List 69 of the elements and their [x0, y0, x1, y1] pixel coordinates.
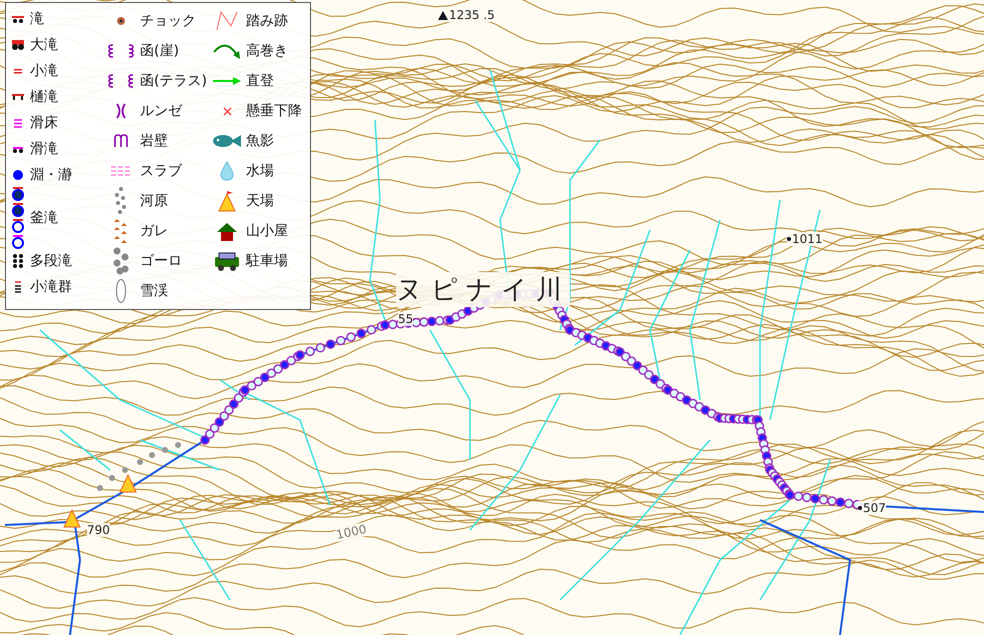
tent-flag-icon: [218, 190, 236, 212]
gorge-terrace-icon: [108, 74, 134, 88]
legend-label: 滑床: [30, 114, 58, 132]
cross-icon: [222, 106, 232, 116]
legend-label: 天場: [246, 192, 274, 210]
legend-label: ガレ: [140, 222, 168, 240]
river-name: ヌピナイ川: [396, 274, 570, 307]
gully-icon: [116, 103, 126, 119]
legend-label: 滑滝: [30, 140, 58, 158]
legend-label: 多段滝: [30, 252, 72, 270]
fish-icon: [213, 134, 241, 148]
pot-fall-icon: [11, 186, 25, 250]
legend-label: ルンゼ: [140, 102, 182, 120]
elevation-label: 55: [398, 312, 414, 326]
legend-label: 河原: [140, 192, 168, 210]
legend-label: 高巻き: [246, 42, 288, 60]
elevation-label: 1011: [792, 232, 823, 246]
legend-label: スラブ: [140, 162, 182, 180]
legend-label: 釜滝: [30, 209, 58, 227]
legend-label: 函(崖): [140, 42, 179, 60]
elevation-label: 790: [87, 523, 110, 537]
waterfall-icon: [11, 15, 25, 23]
dot-icon: [11, 169, 25, 181]
legend-label: チョック: [140, 12, 196, 30]
lines-icon: [11, 118, 25, 128]
scree-icon: [114, 218, 128, 244]
legend-label: 淵・瀞: [30, 166, 72, 184]
legend-label: 樋滝: [30, 88, 58, 106]
legend-label: 踏み跡: [246, 12, 288, 30]
car-icon: [214, 252, 240, 270]
slab-icon: [110, 166, 132, 176]
gutter-fall-icon: [11, 93, 25, 101]
curved-arrow-icon: [213, 42, 241, 60]
dot-icon: [116, 16, 126, 26]
triangle-icon: [438, 10, 448, 20]
waterfall-icon: [11, 39, 25, 51]
legend-label: ゴーロ: [140, 252, 182, 270]
elevation-label: 507: [863, 501, 886, 515]
elevation-label: 1235 .5: [449, 8, 495, 22]
legend-label: 岩壁: [140, 132, 168, 150]
dot-icon: [858, 506, 862, 510]
water-drop-icon: [220, 161, 234, 181]
boulders-icon: [113, 247, 129, 275]
legend-label: 小滝群: [30, 278, 72, 296]
pebbles-icon: [115, 187, 127, 215]
camp-icon: [119, 474, 137, 492]
legend-label: 懸垂下降: [246, 102, 302, 120]
camp-icon: [63, 508, 81, 528]
legend-label: 山小屋: [246, 222, 288, 240]
slide-fall-icon: [11, 145, 25, 153]
legend-label: 魚影: [246, 132, 274, 150]
legend-label: 小滝: [30, 62, 58, 80]
snow-patch-icon: [115, 278, 127, 304]
legend-label: 大滝: [30, 36, 58, 54]
legend-label: 直登: [246, 72, 274, 90]
legend-label: 雪渓: [140, 282, 168, 300]
trail-line-icon: [216, 11, 238, 31]
hut-icon: [216, 222, 238, 240]
legend-label: 滝: [30, 10, 44, 28]
rock-wall-icon: [113, 134, 129, 148]
legend-label: 水場: [246, 162, 274, 180]
legend-label: 函(テラス): [140, 72, 207, 90]
dash-icon: [11, 68, 25, 74]
dot-icon: [787, 237, 791, 241]
dots-icon: [11, 254, 25, 268]
elevation-label: 1000: [334, 522, 368, 542]
gorge-cliff-icon: [108, 44, 134, 58]
legend-label: 駐車場: [246, 252, 288, 270]
arrow-icon: [213, 76, 241, 86]
